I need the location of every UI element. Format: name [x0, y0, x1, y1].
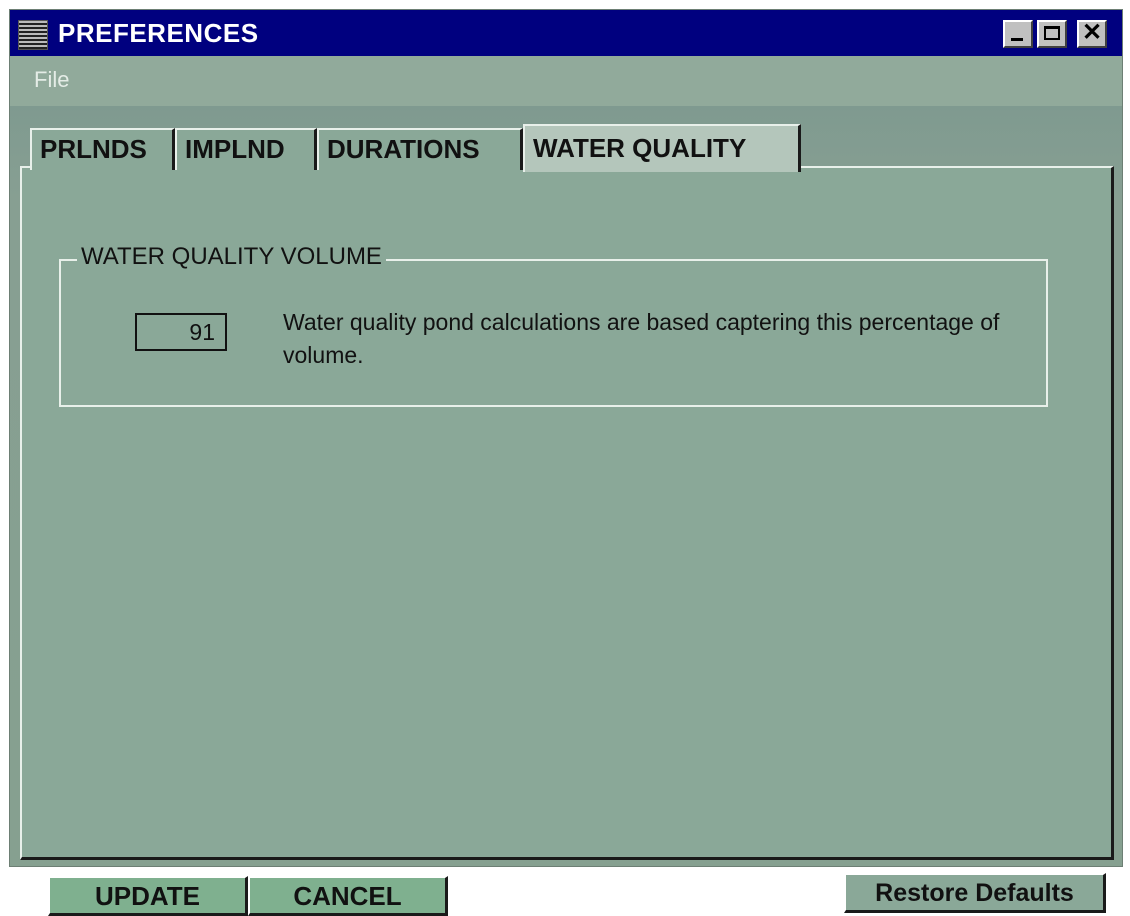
tab-water-quality[interactable]: WATER QUALITY [523, 124, 801, 172]
tab-implnd[interactable]: IMPLND [175, 128, 317, 170]
water-quality-volume-group: WATER QUALITY VOLUME 91 Water quality po… [59, 243, 1048, 407]
menu-bar: File [10, 56, 1122, 106]
window-title: PREFERENCES [58, 18, 259, 48]
tab-prlnds[interactable]: PRLNDS [30, 128, 175, 170]
app-icon[interactable] [18, 20, 48, 50]
close-icon: ✕ [1082, 19, 1103, 46]
preferences-window: PREFERENCES ✕ File WATER QUALITY VOLUME … [9, 9, 1123, 916]
percentage-description: Water quality pond calculations are base… [283, 309, 1000, 368]
tab-control: WATER QUALITY VOLUME 91 Water quality po… [10, 106, 1122, 916]
percentage-input[interactable]: 91 [135, 313, 227, 351]
minimize-icon [1011, 38, 1023, 41]
restore-defaults-button[interactable]: Restore Defaults [844, 873, 1106, 913]
maximize-button[interactable] [1037, 20, 1067, 48]
update-button[interactable]: UPDATE [48, 876, 248, 916]
maximize-icon [1044, 26, 1060, 40]
minimize-button[interactable] [1003, 20, 1033, 48]
menu-file[interactable]: File [34, 67, 69, 93]
close-button[interactable]: ✕ [1077, 19, 1107, 48]
tab-durations[interactable]: DURATIONS [317, 128, 523, 170]
title-bar: PREFERENCES ✕ [10, 10, 1122, 56]
group-legend: WATER QUALITY VOLUME [77, 243, 386, 271]
tab-panel-water-quality: WATER QUALITY VOLUME 91 Water quality po… [20, 166, 1114, 916]
cancel-button[interactable]: CANCEL [248, 876, 448, 916]
